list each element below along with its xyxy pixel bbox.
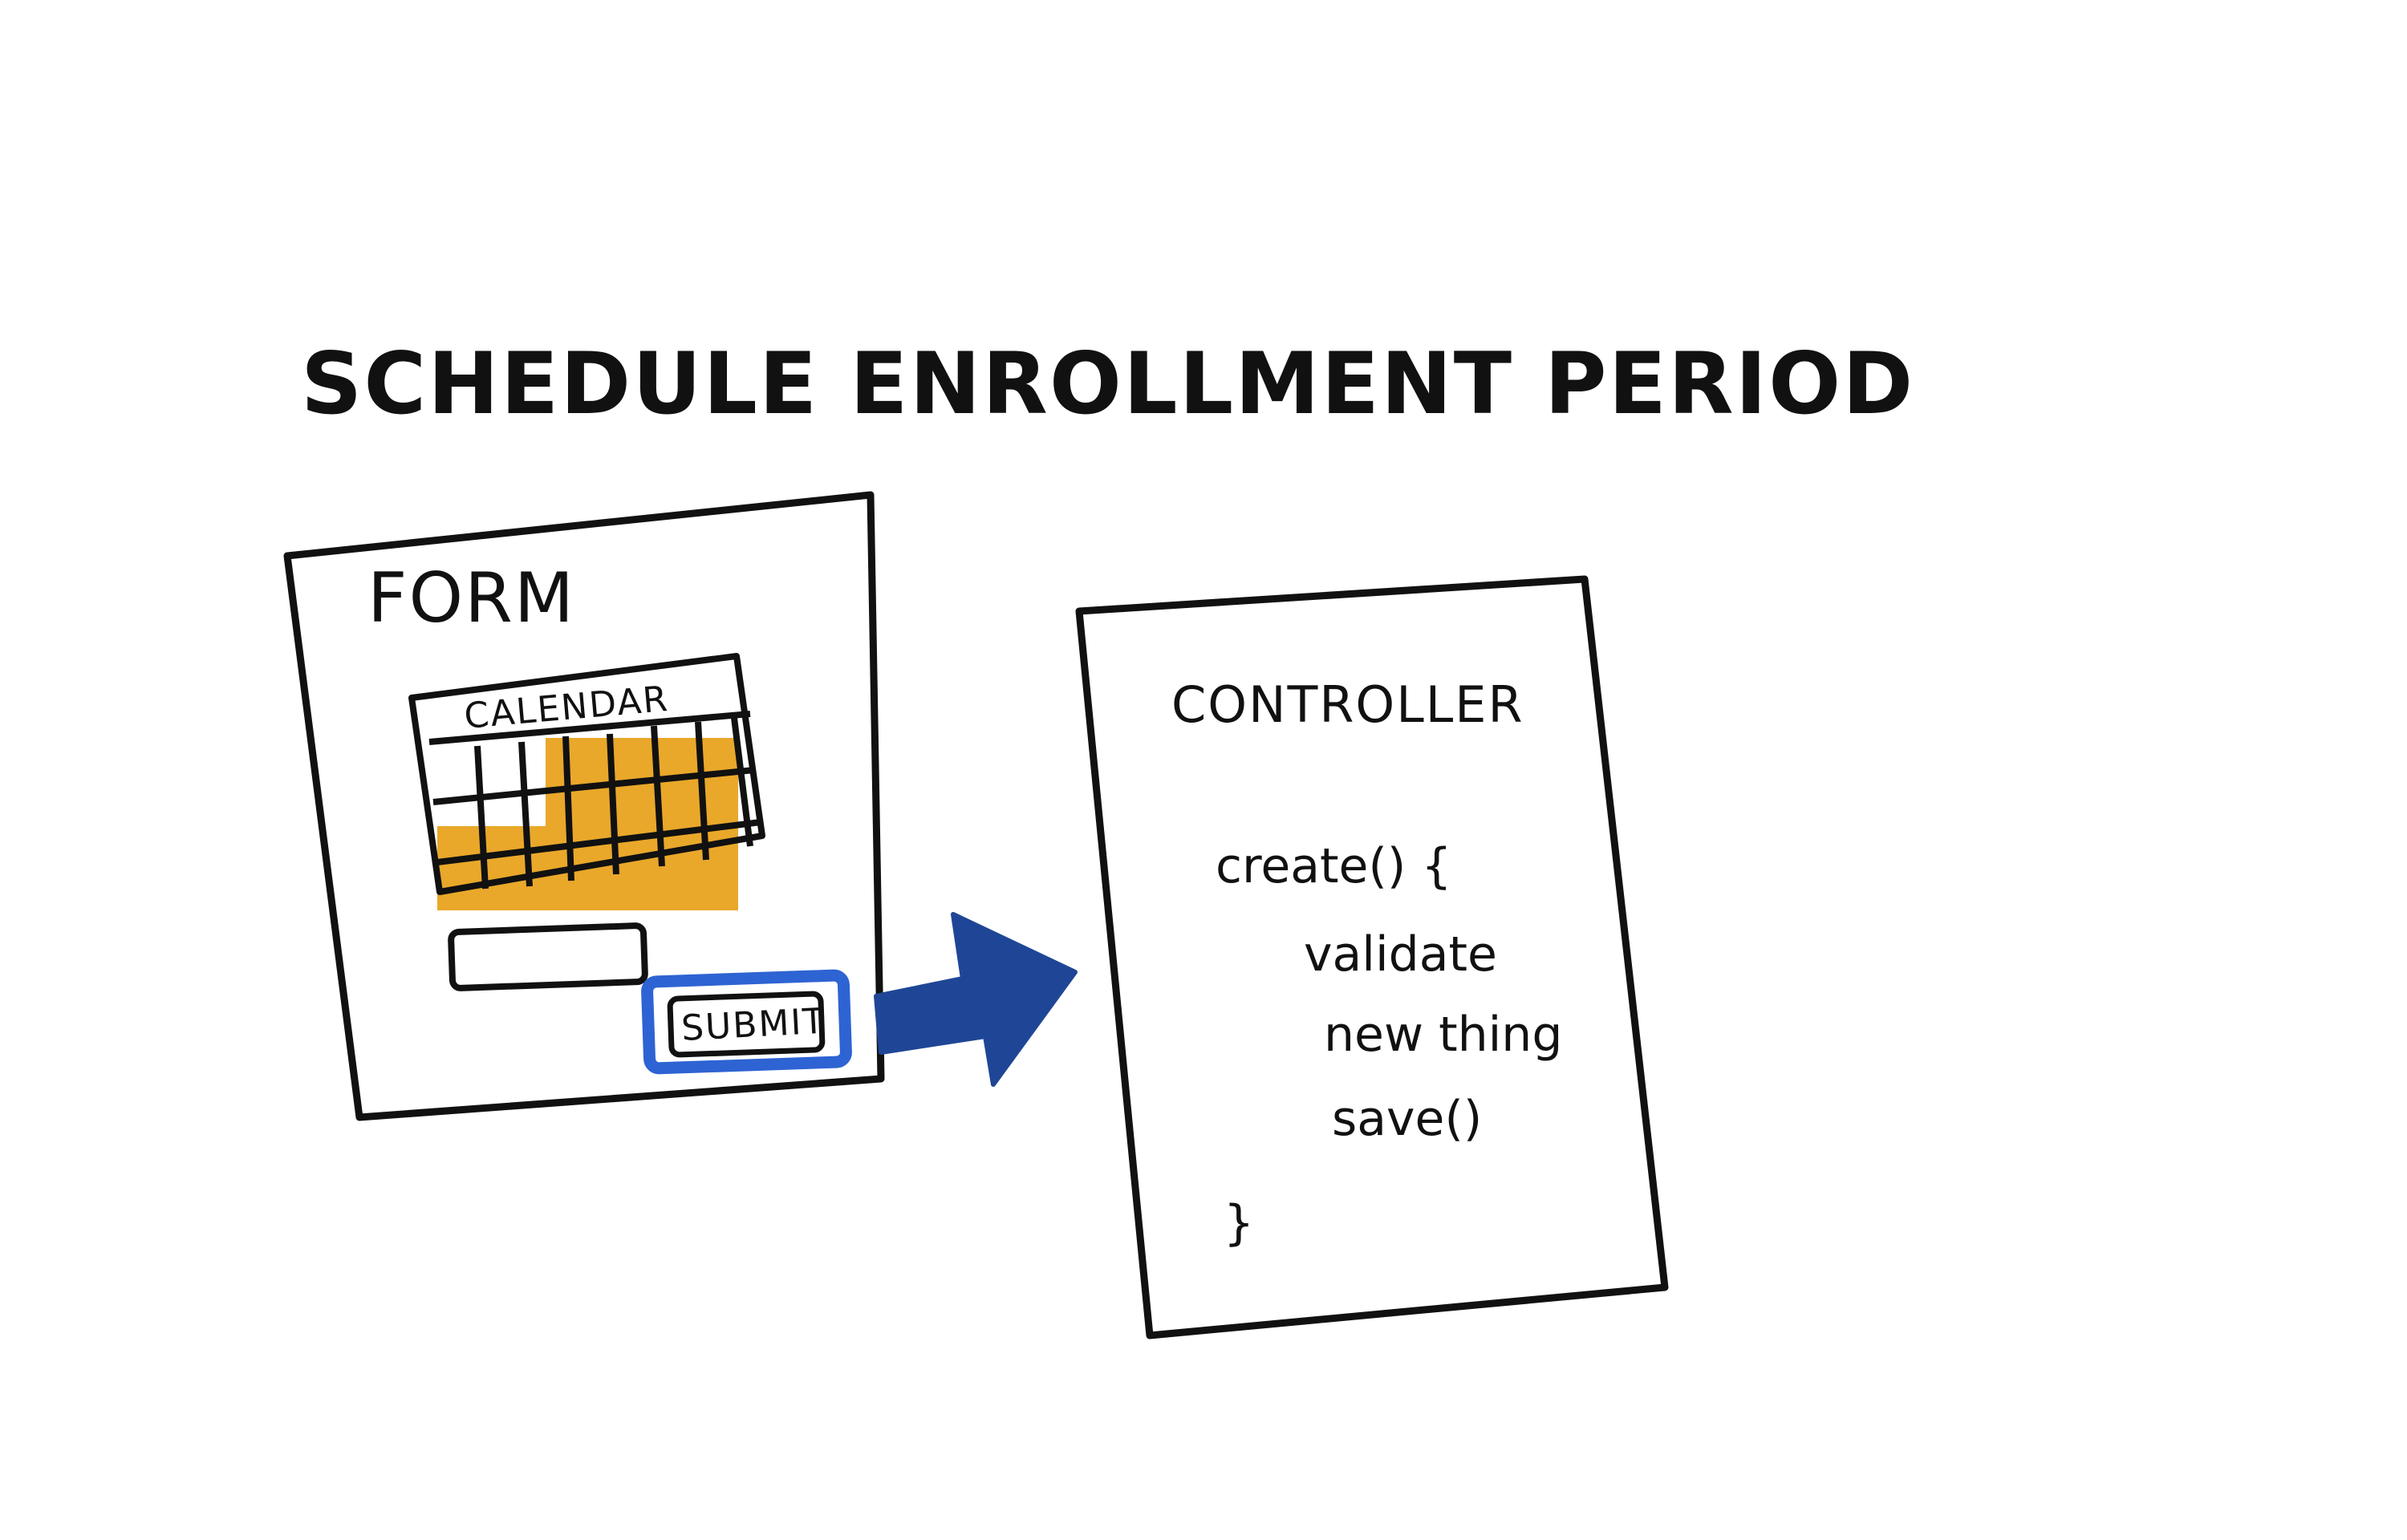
code-line-2: validate (1304, 926, 1497, 983)
input-field-sketch (448, 922, 648, 991)
code-line-3: new thing (1324, 1007, 1562, 1063)
form-panel: FORM CALENDAR SUBMIT (283, 491, 885, 1121)
submit-button: SUBMIT (641, 969, 852, 1075)
submit-label: SUBMIT (680, 1001, 827, 1049)
diagram-canvas: SCHEDULE ENROLLMENT PERIOD FORM CALENDAR (283, 334, 1914, 1339)
controller-label: CONTROLLER (1171, 675, 1524, 734)
code-line-5: } (1224, 1195, 1254, 1251)
arrow-icon (874, 912, 1078, 1087)
code-line-4: save() (1332, 1091, 1482, 1147)
controller-panel: CONTROLLER create() { validate new thing… (1075, 575, 1669, 1339)
form-label: FORM (367, 558, 575, 638)
code-line-1: create() { (1216, 838, 1452, 894)
diagram-title: SCHEDULE ENROLLMENT PERIOD (301, 334, 1914, 433)
